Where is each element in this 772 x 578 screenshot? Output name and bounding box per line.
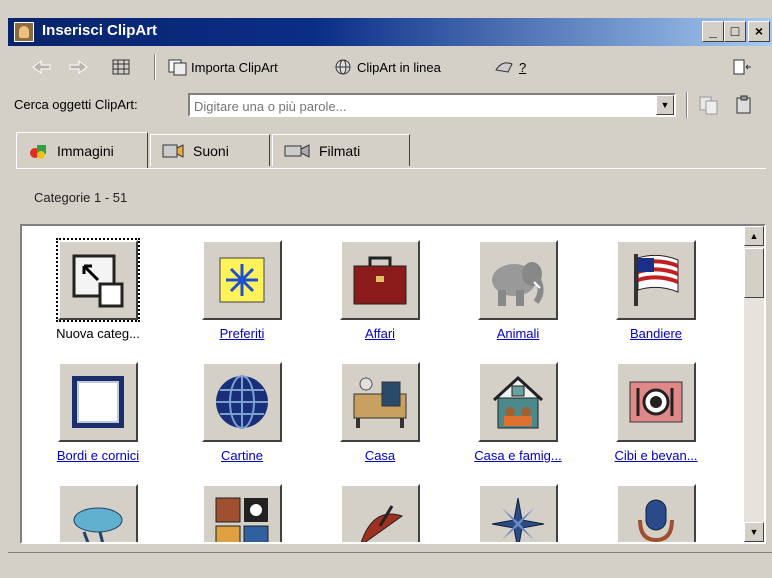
category-tile[interactable]: [588, 470, 724, 542]
sound-icon: [162, 143, 184, 158]
close-button[interactable]: ×: [748, 21, 770, 42]
elephant-icon[interactable]: [478, 240, 558, 320]
flag-icon[interactable]: [616, 240, 696, 320]
paste-button[interactable]: [734, 94, 756, 116]
new-category-icon[interactable]: [56, 238, 140, 322]
category-tile[interactable]: [174, 470, 310, 542]
grid-view-button[interactable]: [112, 56, 130, 78]
category-tile[interactable]: Nuova categ...: [30, 226, 166, 346]
app-icon: [14, 22, 34, 42]
movie-icon: [284, 143, 310, 158]
arrow-left-icon: [32, 60, 51, 74]
category-label[interactable]: Nuova categ...: [30, 326, 166, 341]
category-tile[interactable]: Bordi e cornici: [30, 348, 166, 468]
category-count-label: Categorie 1 - 51: [34, 190, 128, 205]
search-input[interactable]: [194, 97, 644, 115]
tab-label: Suoni: [193, 142, 229, 159]
scroll-up-button[interactable]: ▲: [744, 226, 764, 246]
help-button[interactable]: ?: [494, 56, 526, 78]
category-label[interactable]: Casa e famig...: [450, 448, 586, 463]
paste-icon: [736, 95, 751, 114]
arrow-right-icon: [69, 60, 88, 74]
tab-panel-border: [16, 168, 766, 169]
vertical-scrollbar[interactable]: ▲ ▼: [744, 226, 764, 542]
import-clipart-button[interactable]: Importa ClipArt: [168, 56, 278, 78]
compass-icon[interactable]: [478, 484, 558, 542]
satellite-dish-icon[interactable]: [340, 484, 420, 542]
help-label: ?: [519, 59, 527, 75]
back-button[interactable]: [30, 56, 52, 78]
category-label[interactable]: Bandiere: [588, 326, 724, 341]
frame-icon[interactable]: [58, 362, 138, 442]
house-family-icon[interactable]: [478, 362, 558, 442]
pictures-icon: [30, 144, 46, 159]
clipart-online-button[interactable]: ClipArt in linea: [332, 56, 441, 78]
minimize-button[interactable]: _: [702, 21, 724, 42]
clipart-window: Inserisci ClipArt _ □ × Importa ClipArt: [0, 0, 772, 578]
category-tile[interactable]: Affari: [312, 226, 448, 346]
category-tile[interactable]: [312, 470, 448, 542]
forward-button[interactable]: [68, 56, 90, 78]
toolbar: Importa ClipArt ClipArt in linea ?: [8, 48, 772, 86]
category-label[interactable]: Preferiti: [174, 326, 310, 341]
chevron-down-icon[interactable]: ▼: [656, 95, 674, 115]
title-bar[interactable]: Inserisci ClipArt _ □ ×: [8, 18, 772, 46]
category-tile[interactable]: Cibi e bevan...: [588, 348, 724, 468]
category-tile[interactable]: [450, 470, 586, 542]
category-tile[interactable]: Cartine: [174, 348, 310, 468]
toolbar-separator: [154, 54, 156, 80]
photos-icon[interactable]: [202, 484, 282, 542]
category-label[interactable]: Cartine: [174, 448, 310, 463]
furniture-icon[interactable]: [340, 362, 420, 442]
globe-icon[interactable]: [202, 362, 282, 442]
category-tile[interactable]: Casa e famig...: [450, 348, 586, 468]
category-tile[interactable]: Casa: [312, 348, 448, 468]
tab-label: Immagini: [57, 142, 114, 159]
category-label[interactable]: Animali: [450, 326, 586, 341]
category-tile[interactable]: [30, 470, 166, 542]
copy-icon: [699, 96, 718, 115]
category-label[interactable]: Casa: [312, 448, 448, 463]
import-icon: [168, 59, 187, 76]
globe-link-icon: [335, 59, 351, 75]
category-label[interactable]: Cibi e bevan...: [588, 448, 724, 463]
briefcase-icon[interactable]: [340, 240, 420, 320]
search-separator: [686, 92, 688, 118]
category-tile[interactable]: Preferiti: [174, 226, 310, 346]
weather-icon[interactable]: [58, 484, 138, 542]
category-label[interactable]: Affari: [312, 326, 448, 341]
window-title: Inserisci ClipArt: [42, 22, 158, 39]
scroll-down-button[interactable]: ▼: [744, 522, 764, 542]
scrollbar-thumb[interactable]: [744, 248, 764, 298]
category-label[interactable]: Bordi e cornici: [30, 448, 166, 463]
category-tile[interactable]: Bandiere: [588, 226, 724, 346]
copy-button[interactable]: [698, 94, 720, 116]
category-gallery: Nuova categ... Preferiti Affari Animali …: [20, 224, 766, 544]
help-icon: [495, 62, 513, 73]
star-icon[interactable]: [202, 240, 282, 320]
tab-filmati[interactable]: Filmati: [272, 134, 410, 166]
tab-immagini[interactable]: Immagini: [16, 132, 148, 168]
microphone-icon[interactable]: [616, 484, 696, 542]
tab-label: Filmati: [319, 142, 361, 159]
clipart-online-label: ClipArt in linea: [357, 59, 441, 75]
maximize-button[interactable]: □: [724, 21, 746, 42]
search-row: Cerca oggetti ClipArt: ▼: [8, 88, 772, 122]
pane-toggle-icon: [733, 59, 751, 75]
grid-icon: [112, 59, 130, 75]
search-combobox[interactable]: ▼: [188, 93, 676, 117]
import-clipart-label: Importa ClipArt: [191, 59, 278, 75]
tab-suoni[interactable]: Suoni: [150, 134, 270, 166]
status-bar: [8, 552, 772, 575]
plate-icon[interactable]: [616, 362, 696, 442]
category-tile[interactable]: Animali: [450, 226, 586, 346]
search-label: Cerca oggetti ClipArt:: [14, 97, 138, 112]
dock-button[interactable]: [732, 56, 752, 78]
